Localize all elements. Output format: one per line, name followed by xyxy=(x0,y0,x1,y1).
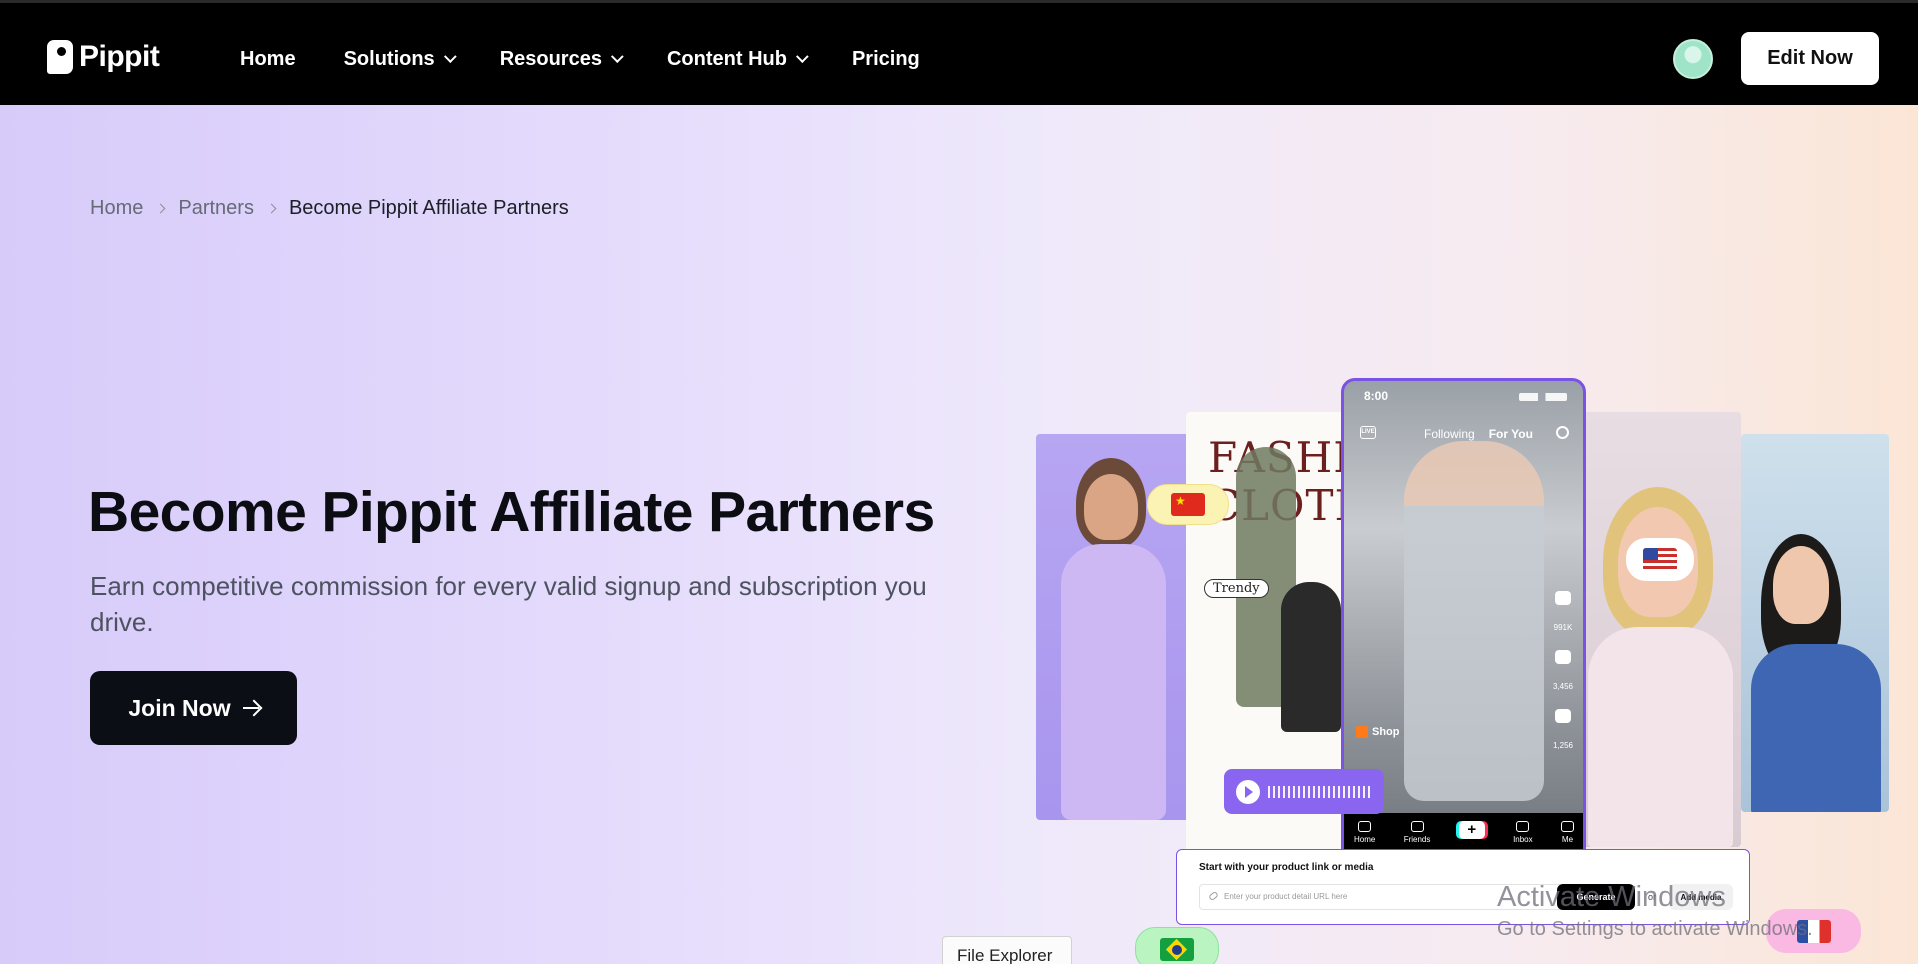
chevron-down-icon xyxy=(443,50,457,64)
breadcrumb: Home Partners Become Pippit Affiliate Pa… xyxy=(90,197,569,220)
creator-photo-right xyxy=(1578,412,1741,847)
save-count: 1,256 xyxy=(1552,741,1573,750)
phone-tab-friends: Friends xyxy=(1403,821,1431,844)
breadcrumb-home[interactable]: Home xyxy=(90,197,143,220)
bookmark-icon xyxy=(1554,709,1571,723)
phone-feed-tabs: Following For You xyxy=(1424,427,1533,441)
nav-home[interactable]: Home xyxy=(240,48,296,71)
flag-usa-icon xyxy=(1643,548,1677,571)
person-face xyxy=(1084,474,1138,540)
heart-icon xyxy=(1554,591,1571,605)
usa-flag-bubble xyxy=(1626,538,1694,581)
link-icon xyxy=(1208,890,1219,902)
activate-windows-subtitle: Go to Settings to activate Windows. xyxy=(1497,918,1813,940)
chevron-right-icon xyxy=(155,203,166,214)
hero-subtitle: Earn competitive commission for every va… xyxy=(90,571,927,637)
nav-resources-label: Resources xyxy=(499,48,602,70)
play-icon xyxy=(1236,779,1260,804)
model-figure-2 xyxy=(1281,582,1341,732)
user-avatar[interactable] xyxy=(1673,39,1713,79)
nav-solutions-label: Solutions xyxy=(343,48,435,70)
nav-content-hub-label: Content Hub xyxy=(666,48,787,70)
top-strip xyxy=(0,0,1918,3)
tab-for-you: For You xyxy=(1488,427,1533,441)
comment-count: 3,456 xyxy=(1552,682,1573,691)
phone-tab-inbox-label: Inbox xyxy=(1513,835,1533,844)
breadcrumb-current: Become Pippit Affiliate Partners xyxy=(288,197,569,219)
search-icon xyxy=(1556,426,1569,439)
flag-brazil-icon xyxy=(1160,937,1194,961)
phone-video-figure xyxy=(1404,441,1544,801)
brazil-flag-bubble xyxy=(1135,927,1219,964)
audio-player-chip xyxy=(1224,769,1384,814)
person-body xyxy=(1588,627,1733,847)
live-icon: LIVE xyxy=(1360,426,1376,439)
phone-tab-inbox: Inbox xyxy=(1513,821,1533,844)
person-body xyxy=(1061,544,1166,820)
signal-icon xyxy=(1519,393,1567,401)
creator-photo-far-right xyxy=(1741,434,1889,812)
plus-icon: + xyxy=(1458,821,1485,839)
breadcrumb-partners[interactable]: Partners xyxy=(178,197,254,220)
comment-icon xyxy=(1554,650,1571,664)
chevron-down-icon xyxy=(795,50,809,64)
home-icon xyxy=(1358,821,1372,832)
phone-tab-create: + xyxy=(1458,821,1485,844)
phone-tab-friends-label: Friends xyxy=(1403,835,1431,844)
person-face xyxy=(1773,546,1829,624)
edit-now-button[interactable]: Edit Now xyxy=(1741,32,1879,85)
activate-windows-watermark: Activate Windows Go to Settings to activ… xyxy=(1497,881,1813,941)
chevron-right-icon xyxy=(266,203,277,214)
friends-icon xyxy=(1410,821,1424,832)
nav-pricing[interactable]: Pricing xyxy=(852,48,920,71)
trendy-tag: Trendy xyxy=(1204,579,1269,598)
tab-following: Following xyxy=(1424,427,1475,441)
main-nav: Home Solutions Resources Content Hub Pri… xyxy=(240,48,968,71)
phone-tab-home-label: Home xyxy=(1354,835,1376,844)
china-flag-bubble xyxy=(1147,484,1229,525)
nav-home-label: Home xyxy=(240,48,296,70)
logo-text: Pippit xyxy=(79,40,160,73)
phone-tab-me-label: Me xyxy=(1561,835,1574,844)
top-navbar: Pippit Home Solutions Resources Content … xyxy=(0,0,1918,105)
nav-solutions[interactable]: Solutions xyxy=(343,48,457,71)
nav-content-hub[interactable]: Content Hub xyxy=(666,48,809,71)
page-title: Become Pippit Affiliate Partners xyxy=(88,480,935,544)
nav-pricing-label: Pricing xyxy=(851,48,920,70)
file-explorer-tooltip: File Explorer xyxy=(942,936,1072,964)
waveform-icon xyxy=(1268,781,1373,802)
profile-icon xyxy=(1560,821,1574,832)
prompt-title: Start with your product link or media xyxy=(1199,862,1374,873)
inbox-icon xyxy=(1516,821,1530,832)
product-url-placeholder: Enter your product detail URL here xyxy=(1224,892,1348,901)
activate-windows-title: Activate Windows xyxy=(1497,881,1726,913)
join-now-label: Join Now xyxy=(128,694,231,721)
phone-tab-home: Home xyxy=(1354,821,1375,844)
nav-resources[interactable]: Resources xyxy=(499,48,624,71)
phone-tab-me: Me xyxy=(1560,821,1574,844)
phone-shop-tag: Shop xyxy=(1356,726,1400,738)
shop-icon xyxy=(1356,726,1368,738)
person-body xyxy=(1751,644,1881,812)
phone-time: 8:00 xyxy=(1364,389,1389,403)
arrow-right-icon xyxy=(242,706,259,710)
pippit-logo-icon xyxy=(47,40,73,74)
chevron-down-icon xyxy=(610,50,624,64)
like-count: 991K xyxy=(1553,623,1573,632)
phone-side-actions: 991K 3,456 1,256 xyxy=(1553,591,1573,750)
pippit-logo[interactable]: Pippit xyxy=(47,40,160,74)
join-now-button[interactable]: Join Now xyxy=(90,671,297,745)
hero-section: Home Partners Become Pippit Affiliate Pa… xyxy=(0,105,1918,964)
flag-china-icon xyxy=(1171,493,1205,516)
shop-label: Shop xyxy=(1372,726,1400,738)
